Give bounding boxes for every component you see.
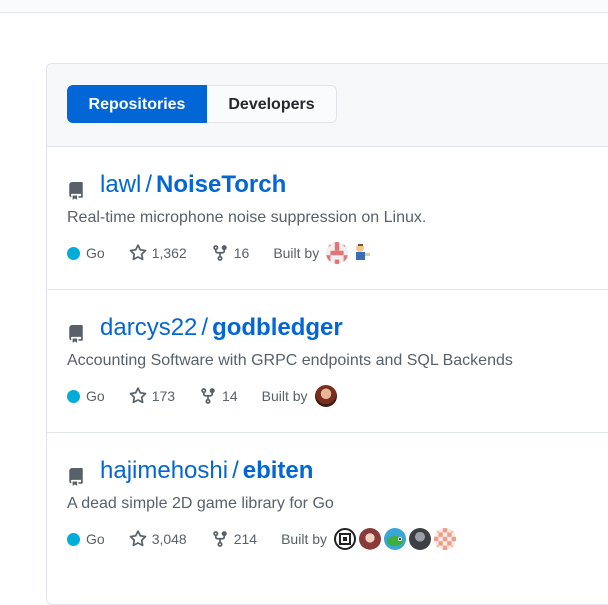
built-by-label: Built by: [273, 245, 320, 261]
chameleon-icon: [387, 536, 404, 546]
separator: /: [201, 314, 209, 341]
fork-icon: [212, 245, 227, 261]
top-bar: [0, 0, 608, 13]
repo-owner: hajimehoshi: [100, 457, 229, 484]
repo-link[interactable]: darcys22/godbledger: [100, 314, 343, 342]
repo-row: darcys22/godbledger Accounting Software …: [47, 290, 608, 433]
repo-name: NoiseTorch: [156, 171, 287, 198]
repo-description: A dead simple 2D game library for Go: [67, 495, 334, 512]
repo-row: lawl / NoiseTorch Real-time microphone noi…: [47, 147, 608, 290]
contributor-avatar[interactable]: [351, 242, 374, 264]
language-label: Go: [86, 531, 105, 547]
built-by-label: Built by: [261, 388, 308, 404]
built-by: Built by: [273, 242, 374, 264]
forks-count: 214: [233, 531, 258, 547]
forks-count: 16: [233, 245, 250, 261]
stars-count: 3,048: [151, 531, 187, 547]
contributor-avatar[interactable]: [359, 528, 382, 550]
repo-owner: darcys22: [100, 314, 198, 341]
contributor-avatar[interactable]: [334, 528, 357, 550]
forks-count: 14: [222, 388, 238, 404]
cartoon-figure-icon: [356, 244, 371, 260]
identicon-icon: [434, 528, 457, 550]
identicon-icon: [326, 242, 349, 264]
separator: /: [232, 457, 239, 484]
repo-meta: Go 173 14 Built by: [67, 384, 337, 408]
stars-link[interactable]: 173: [129, 387, 175, 405]
star-icon: [129, 387, 147, 404]
language-label: Go: [86, 245, 105, 261]
language-color-dot: [67, 389, 80, 403]
trending-subnav: Repositories Developers: [67, 85, 337, 123]
language-label: Go: [86, 388, 105, 404]
tab-repositories[interactable]: Repositories: [67, 85, 207, 123]
fork-icon: [212, 531, 227, 547]
stars-count: 1,362: [151, 245, 187, 261]
repo-name: godbledger: [212, 314, 343, 341]
language: Go: [67, 388, 105, 404]
built-by: Built by: [262, 385, 337, 407]
contributor-avatar[interactable]: [384, 528, 407, 550]
repo-owner: lawl: [100, 171, 142, 198]
contributor-avatar[interactable]: [326, 242, 349, 264]
contributor-avatar[interactable]: [409, 528, 432, 550]
tab-developers[interactable]: Developers: [207, 85, 337, 123]
repo-meta: Go 1,362 16 Built by: [67, 241, 374, 265]
trending-box: Repositories Developers lawl / NoiseTorch …: [46, 63, 608, 605]
stars-link[interactable]: 1,362: [129, 244, 187, 262]
box-header: Repositories Developers: [47, 64, 608, 147]
repo-icon: [69, 182, 83, 200]
language: Go: [67, 531, 105, 547]
contributor-avatar[interactable]: [314, 385, 337, 407]
stars-link[interactable]: 3,048: [129, 530, 187, 548]
star-icon: [129, 244, 147, 261]
language: Go: [67, 245, 105, 261]
forks-link[interactable]: 214: [211, 530, 257, 548]
logo-icon: [339, 533, 352, 545]
repo-link[interactable]: hajimehoshi / ebiten: [100, 457, 313, 485]
repo-description: Real-time microphone noise suppression o…: [67, 209, 427, 226]
repo-meta: Go 3,048 214 Built by: [67, 527, 457, 551]
contributor-avatar[interactable]: [434, 528, 457, 550]
repo-row: hajimehoshi / ebiten A dead simple 2D game…: [47, 433, 608, 575]
built-by-label: Built by: [281, 531, 328, 547]
repo-icon: [69, 325, 83, 343]
repo-name: ebiten: [242, 457, 314, 484]
repo-icon: [69, 468, 83, 486]
built-by: Built by: [281, 528, 457, 550]
language-color-dot: [67, 532, 80, 546]
separator: /: [145, 171, 153, 198]
forks-link[interactable]: 16: [211, 244, 250, 262]
fork-icon: [201, 388, 215, 404]
forks-link[interactable]: 14: [199, 387, 238, 405]
star-icon: [129, 530, 147, 547]
repo-description: Accounting Software with GRPC endpoints …: [67, 352, 513, 369]
repo-link[interactable]: lawl / NoiseTorch: [100, 171, 286, 199]
language-color-dot: [67, 246, 80, 260]
stars-count: 173: [151, 388, 176, 404]
